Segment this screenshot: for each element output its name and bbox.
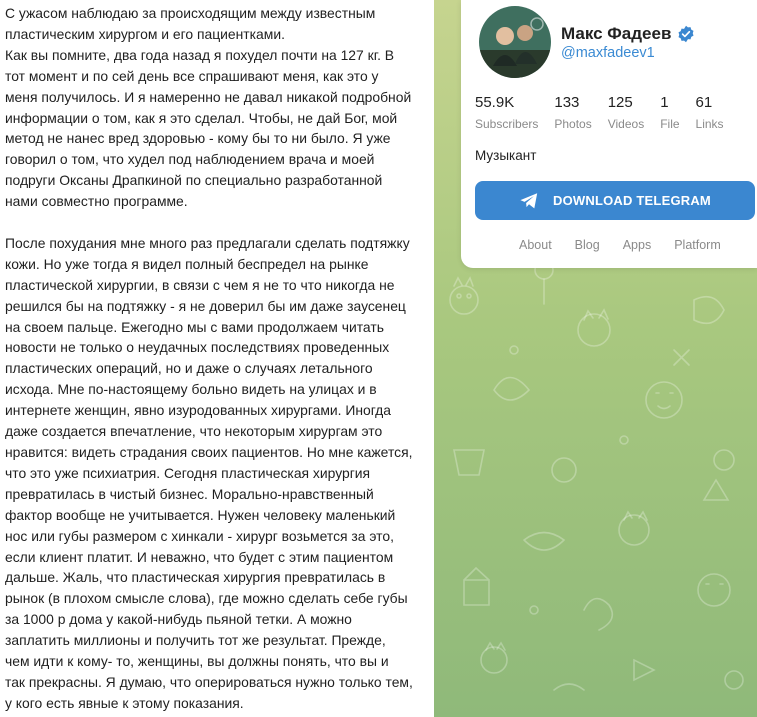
stat-value: 1: [660, 94, 669, 111]
stat-links[interactable]: 61 Links: [696, 94, 724, 133]
stat-value: 133: [554, 94, 580, 111]
post-text: С ужасом наблюдаю за происходящим между …: [0, 0, 434, 717]
footer-link-platform[interactable]: Platform: [674, 238, 721, 252]
channel-name-row: Макс Фадеев: [561, 24, 695, 44]
post-paragraph: С ужасом наблюдаю за происходящим между …: [5, 5, 412, 210]
stat-file[interactable]: 1 File: [660, 94, 679, 133]
post-paragraph: После похудания мне много раз предлагали…: [5, 234, 413, 711]
telegram-plane-icon: [520, 192, 538, 208]
stat-subscribers: 55.9K Subscribers: [475, 94, 538, 133]
stat-label: File: [660, 117, 680, 131]
channel-stats: 55.9K Subscribers 133 Photos 125 Videos …: [475, 94, 740, 133]
stat-value: 55.9K: [475, 94, 515, 111]
channel-card: Макс Фадеев @maxfadeev1 55.9K Subscriber…: [461, 0, 757, 268]
stat-label: Videos: [607, 117, 645, 131]
stat-value: 125: [607, 94, 633, 111]
channel-name: Макс Фадеев: [561, 24, 672, 43]
stat-label: Photos: [554, 117, 592, 131]
avatar-photo: [479, 6, 551, 78]
footer-link-about[interactable]: About: [519, 238, 552, 252]
stat-label: Subscribers: [475, 117, 539, 131]
stat-value: 61: [695, 94, 713, 111]
stat-videos[interactable]: 125 Videos: [608, 94, 644, 133]
channel-description: Музыкант: [475, 148, 537, 163]
download-telegram-label: DOWNLOAD TELEGRAM: [553, 193, 711, 208]
footer-link-blog[interactable]: Blog: [575, 238, 600, 252]
footer-link-apps[interactable]: Apps: [623, 238, 652, 252]
footer-links: About Blog Apps Platform: [519, 238, 744, 252]
stat-label: Links: [695, 117, 724, 131]
stat-photos[interactable]: 133 Photos: [554, 94, 591, 133]
download-telegram-button[interactable]: DOWNLOAD TELEGRAM: [475, 181, 755, 220]
verified-badge-icon: [678, 25, 694, 43]
channel-username[interactable]: @maxfadeev1: [561, 45, 655, 61]
channel-avatar[interactable]: [479, 6, 551, 78]
